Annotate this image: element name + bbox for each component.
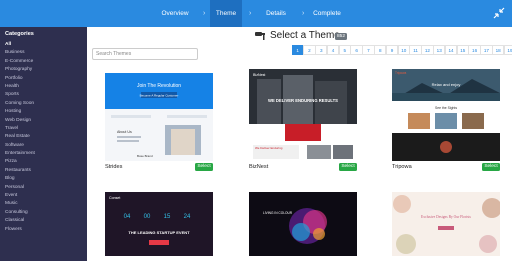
theme-preview-colour[interactable]: LIVING IN COLOUR — [249, 192, 357, 256]
sidebar-item-flowers[interactable]: Flowers — [5, 226, 35, 234]
countdown-days: 04 — [124, 214, 131, 220]
sidebar-item-blog[interactable]: Blog — [5, 175, 35, 183]
sidebar-item-health[interactable]: Health — [5, 83, 35, 91]
chevron-right-icon: › — [203, 10, 206, 17]
theme-name: Tripowa — [392, 164, 412, 170]
sidebar-item-personal[interactable]: Personal — [5, 184, 35, 192]
paintbrush-icon — [255, 32, 265, 40]
preview-hero-title: THE LEADING STARTUP EVENT — [128, 230, 190, 235]
page-link[interactable]: 16 — [468, 45, 481, 55]
theme-card: LIVING IN COLOUR — [249, 192, 357, 256]
page-link[interactable]: 15 — [456, 45, 469, 55]
sidebar-item-entertainment[interactable]: Entertainment — [5, 150, 35, 158]
sidebar-item-portfolio[interactable]: Portfolio — [5, 75, 35, 83]
preview-footer-text: Bose Brand — [137, 154, 153, 158]
preview-hero-title: Exclusive Designs By Our Florists — [421, 215, 472, 219]
step-theme[interactable]: Theme — [210, 0, 242, 27]
sidebar-item-business[interactable]: Business — [5, 49, 35, 57]
theme-preview-strides[interactable]: Join The Revolution Become A Regular Cus… — [105, 69, 213, 161]
category-sidebar: Categories All Business E-Commerce Photo… — [0, 27, 87, 261]
page-link[interactable]: 4 — [326, 45, 340, 55]
collapse-icon[interactable] — [493, 7, 505, 19]
page-link[interactable]: 11 — [409, 45, 422, 55]
sidebar-item-sports[interactable]: Sports — [5, 91, 35, 99]
page-link[interactable]: 9 — [385, 45, 399, 55]
page-link[interactable]: 8 — [374, 45, 387, 55]
top-nav-bar: Overview › Theme › Details › Complete — [0, 0, 512, 27]
select-button[interactable]: Select — [339, 163, 357, 171]
sidebar-item-ecommerce[interactable]: E-Commerce — [5, 58, 35, 66]
sidebar-item-classical[interactable]: Classical — [5, 217, 35, 225]
page-link[interactable]: 10 — [397, 45, 410, 55]
page-link[interactable]: 13 — [433, 45, 446, 55]
preview-brand: BizNest — [253, 73, 265, 77]
theme-card: Conset 04 00 15 24 THE LEADING STARTUP E… — [105, 192, 213, 256]
search-input[interactable] — [92, 48, 198, 60]
sidebar-item-travel[interactable]: Travel — [5, 125, 35, 133]
preview-section-title: See the Sights — [435, 106, 457, 110]
sidebar-item-all[interactable]: All — [5, 41, 35, 49]
countdown-minutes: 15 — [164, 214, 171, 220]
theme-count-badge: 852 — [335, 33, 348, 40]
preview-hero-title: Relax and enjoy — [432, 82, 461, 87]
theme-card: Exclusive Designs By Our Florists — [392, 192, 500, 256]
step-details[interactable]: Details — [258, 0, 294, 27]
sidebar-item-consulting[interactable]: Consulting — [5, 209, 35, 217]
step-overview[interactable]: Overview — [155, 0, 195, 27]
select-button[interactable]: Select — [482, 163, 500, 171]
sidebar-item-hosting[interactable]: Hosting — [5, 108, 35, 116]
sidebar-title: Categories — [5, 31, 34, 37]
sidebar-item-photography[interactable]: Photography — [5, 66, 35, 74]
page-link[interactable]: 2 — [303, 45, 316, 55]
sidebar-item-music[interactable]: Music — [5, 200, 35, 208]
page-link[interactable]: 17 — [480, 45, 493, 55]
category-list: All Business E-Commerce Photography Port… — [5, 41, 35, 234]
preview-brand: Conset — [109, 196, 120, 200]
theme-card: Tripowa Relax and enjoy See the Sights T… — [392, 69, 500, 173]
page-title: Select a Theme — [270, 30, 340, 41]
theme-preview-florist[interactable]: Exclusive Designs By Our Florists — [392, 192, 500, 256]
preview-brand: Tripowa — [395, 71, 406, 75]
preview-section-title: About Us — [117, 130, 132, 134]
page-link[interactable]: 7 — [362, 45, 375, 55]
preview-footer-text: We Deliver Enduring — [255, 146, 283, 150]
theme-preview-conset[interactable]: Conset 04 00 15 24 THE LEADING STARTUP E… — [105, 192, 213, 256]
page-link[interactable]: 18 — [492, 45, 505, 55]
page-link[interactable]: 19 — [503, 45, 512, 55]
preview-hero-title: Join The Revolution — [137, 83, 181, 89]
page-link[interactable]: 12 — [421, 45, 434, 55]
step-complete[interactable]: Complete — [308, 0, 346, 27]
sidebar-item-web-design[interactable]: Web Design — [5, 117, 35, 125]
sidebar-item-pizza[interactable]: Pizza — [5, 158, 35, 166]
theme-name: BizNest — [249, 164, 269, 170]
chevron-right-icon: › — [249, 10, 252, 17]
page-link[interactable]: 6 — [350, 45, 363, 55]
theme-preview-biznest[interactable]: BizNest WE DELIVER ENDURING RESULTS We D… — [249, 69, 357, 161]
preview-hero-button: Become A Regular Customer — [140, 94, 179, 98]
sidebar-item-real-estate[interactable]: Real Estate — [5, 133, 35, 141]
sidebar-item-coming-soon[interactable]: Coming Soon — [5, 100, 35, 108]
select-button[interactable]: Select — [195, 163, 213, 171]
page-link[interactable]: 14 — [444, 45, 458, 55]
preview-hero-title: WE DELIVER ENDURING RESULTS — [268, 98, 338, 103]
sidebar-item-software[interactable]: Software — [5, 142, 35, 150]
page-link[interactable]: 5 — [338, 45, 351, 55]
countdown-seconds: 24 — [184, 214, 191, 220]
theme-name: Strides — [105, 164, 123, 170]
pagination: 1 2 3 4 5 6 7 8 9 10 11 12 13 14 15 16 1… — [291, 45, 512, 55]
chevron-right-icon: › — [302, 10, 305, 17]
preview-hero-title: LIVING IN COLOUR — [263, 211, 293, 215]
theme-card: BizNest WE DELIVER ENDURING RESULTS We D… — [249, 69, 357, 173]
countdown-hours: 00 — [144, 214, 151, 220]
page-link[interactable]: 3 — [315, 45, 328, 55]
sidebar-item-event[interactable]: Event — [5, 192, 35, 200]
theme-card: Join The Revolution Become A Regular Cus… — [105, 69, 213, 173]
sidebar-item-restaurants[interactable]: Restaurants — [5, 167, 35, 175]
page-link[interactable]: 1 — [291, 45, 304, 55]
theme-preview-tripowa[interactable]: Tripowa Relax and enjoy See the Sights — [392, 69, 500, 161]
